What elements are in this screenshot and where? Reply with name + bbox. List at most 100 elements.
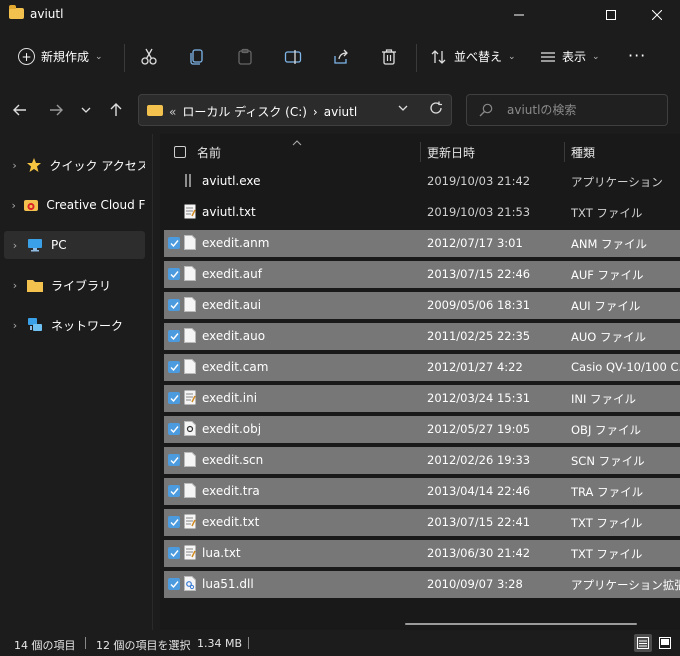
rename-button[interactable] (282, 46, 304, 68)
share-button[interactable] (330, 46, 352, 68)
file-row[interactable]: aviutl.exe 2019/10/03 21:42 アプリケーション (164, 168, 680, 195)
refresh-icon (430, 101, 442, 114)
checkmark-icon (170, 394, 179, 402)
file-row[interactable]: exedit.anm 2012/07/17 3:01 ANM ファイル (164, 230, 680, 257)
column-header-name[interactable]: 名前 (197, 144, 221, 161)
row-checkbox[interactable] (168, 547, 180, 559)
arrow-left-icon (13, 104, 26, 116)
row-checkbox[interactable] (168, 330, 180, 342)
blank-file-icon (184, 266, 196, 281)
breadcrumb-folder[interactable]: aviutl (324, 105, 357, 119)
file-row[interactable]: exedit.aui 2009/05/06 18:31 AUI ファイル (164, 292, 680, 319)
chevron-right-icon[interactable]: › (4, 159, 25, 172)
search-icon (479, 103, 493, 117)
address-bar[interactable]: « ローカル ディスク (C:) › aviutl (138, 94, 452, 126)
chevron-right-icon[interactable]: › (4, 239, 26, 252)
item-count: 14 個の項目 (14, 639, 76, 652)
address-dropdown-button[interactable] (397, 102, 409, 117)
sort-button[interactable]: 並べ替え ⌄ (430, 48, 516, 65)
row-checkbox[interactable] (168, 454, 180, 466)
paste-button[interactable] (234, 46, 256, 68)
chevron-down-icon: ⌄ (95, 51, 103, 62)
sidebar-item-pc[interactable]: › PC (4, 231, 145, 259)
chevron-right-icon[interactable]: › (4, 199, 23, 212)
delete-button[interactable] (378, 46, 400, 68)
sidebar-item-quick-access[interactable]: › クイック アクセス (4, 151, 145, 179)
row-checkbox[interactable] (168, 485, 180, 497)
chevron-right-icon[interactable]: › (4, 319, 26, 332)
column-resize-handle[interactable] (564, 142, 565, 162)
file-row[interactable]: exedit.cam 2012/01/27 4:22 Casio QV-10/100… (164, 354, 680, 381)
up-button[interactable] (106, 100, 126, 120)
blank-file-icon (184, 328, 196, 343)
chevron-down-icon (81, 107, 91, 113)
file-name: exedit.cam (202, 360, 269, 374)
search-input[interactable] (505, 102, 659, 118)
file-name: aviutl.exe (202, 174, 261, 188)
breadcrumb-overflow[interactable]: « (169, 105, 176, 119)
navigation-bar: « ローカル ディスク (C:) › aviutl (0, 86, 680, 134)
file-row[interactable]: lua51.dll 2010/09/07 3:28 アプリケーション拡張 (164, 571, 680, 598)
horizontal-scrollbar[interactable] (405, 623, 637, 625)
file-date: 2019/10/03 21:42 (427, 174, 531, 188)
refresh-button[interactable] (429, 101, 443, 119)
row-checkbox[interactable] (168, 392, 180, 404)
search-box[interactable] (466, 94, 668, 126)
checkmark-icon (170, 332, 179, 340)
toolbar-separator (416, 44, 417, 72)
sidebar-item-network[interactable]: › ネットワーク (4, 311, 145, 339)
file-type: TXT ファイル (571, 547, 643, 561)
details-view-button[interactable] (634, 634, 652, 652)
file-name: exedit.txt (202, 515, 260, 529)
chevron-right-icon[interactable]: › (4, 279, 26, 292)
copy-button[interactable] (186, 46, 208, 68)
select-all-checkbox[interactable] (174, 146, 186, 158)
forward-button[interactable] (46, 100, 66, 120)
checkmark-icon (170, 425, 179, 433)
file-row[interactable]: exedit.obj 2012/05/27 19:05 OBJ ファイル (164, 416, 680, 443)
file-row[interactable]: exedit.tra 2013/04/14 22:46 TRA ファイル (164, 478, 680, 505)
column-header-type[interactable]: 種類 (571, 144, 595, 161)
pane-divider[interactable] (152, 134, 153, 630)
row-checkbox[interactable] (168, 299, 180, 311)
large-icons-view-button[interactable] (656, 634, 674, 652)
selection-count: 12 個の項目を選択 (96, 639, 191, 652)
recent-locations-button[interactable] (76, 100, 96, 120)
column-header-date[interactable]: 更新日時 (427, 144, 475, 161)
file-row[interactable]: lua.txt 2013/06/30 21:42 TXT ファイル (164, 540, 680, 567)
new-button[interactable]: + 新規作成 ⌄ (18, 48, 103, 65)
close-button[interactable] (634, 0, 680, 30)
arrow-up-icon (110, 103, 122, 116)
sidebar-item-libraries[interactable]: › ライブラリ (4, 271, 145, 299)
text-file-icon (184, 204, 196, 219)
obj-file-icon (184, 421, 196, 436)
file-row[interactable]: exedit.ini 2012/03/24 15:31 INI ファイル (164, 385, 680, 412)
sidebar-item-creative-cloud[interactable]: › Creative Cloud File (4, 191, 145, 219)
back-button[interactable] (10, 100, 30, 120)
file-row[interactable]: exedit.auo 2011/02/25 22:35 AUO ファイル (164, 323, 680, 350)
file-type: ANM ファイル (571, 237, 648, 251)
row-checkbox[interactable] (168, 361, 180, 373)
file-row[interactable]: exedit.auf 2013/07/15 22:46 AUF ファイル (164, 261, 680, 288)
sidebar-item-label: ネットワーク (51, 318, 124, 333)
maximize-button[interactable] (588, 0, 634, 30)
chevron-down-icon: ⌄ (508, 51, 516, 62)
cut-button[interactable] (138, 46, 160, 68)
column-resize-handle[interactable] (420, 142, 421, 162)
file-row[interactable]: exedit.scn 2012/02/26 19:33 SCN ファイル (164, 447, 680, 474)
more-options-button[interactable]: ··· (628, 46, 646, 65)
file-type: AUF ファイル (571, 268, 644, 282)
row-checkbox[interactable] (168, 237, 180, 249)
file-row[interactable]: aviutl.txt 2019/10/03 21:53 TXT ファイル (164, 199, 680, 226)
minimize-button[interactable] (496, 0, 542, 30)
file-row[interactable]: exedit.txt 2013/07/15 22:41 TXT ファイル (164, 509, 680, 536)
breadcrumb-drive[interactable]: ローカル ディスク (C:) (182, 103, 307, 120)
file-name: exedit.scn (202, 453, 264, 467)
file-type: AUO ファイル (571, 330, 646, 344)
row-checkbox[interactable] (168, 423, 180, 435)
new-label: 新規作成 (41, 50, 90, 64)
row-checkbox[interactable] (168, 578, 180, 590)
view-button[interactable]: 表示 ⌄ (540, 48, 600, 65)
row-checkbox[interactable] (168, 516, 180, 528)
row-checkbox[interactable] (168, 268, 180, 280)
